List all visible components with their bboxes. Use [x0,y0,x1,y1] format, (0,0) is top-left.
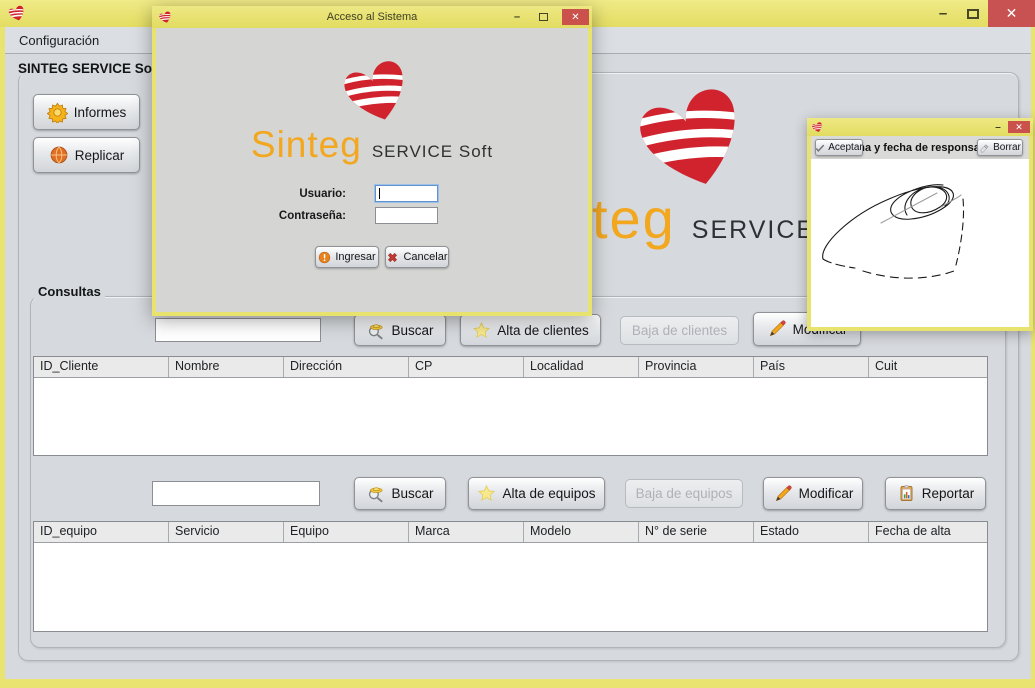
replicar-label: Replicar [75,148,125,163]
equipment-modificar-button[interactable]: Modificar [763,477,863,510]
app-group-title: SINTEG SERVICE Soft [14,61,165,76]
close-button[interactable]: ✕ [988,0,1035,27]
search-icon [366,321,385,340]
borrar-button[interactable]: Borrar [977,139,1023,156]
aceptar-label: Aceptar [828,142,862,153]
column-header[interactable]: N° de serie [639,522,754,542]
app-logo-icon [7,4,27,22]
signature-titlebar: – ✕ [807,118,1033,136]
globe-icon [49,145,69,165]
minimize-button[interactable]: – [928,5,958,22]
alta-equipos-label: Alta de equipos [502,486,595,501]
brand-heart-icon [338,54,416,126]
column-header[interactable]: Provincia [639,357,754,377]
brand-logo: Sinteg SERVICE Soft [156,124,588,166]
replicar-button[interactable]: Replicar [33,137,140,173]
column-header[interactable]: ID_Cliente [34,357,169,377]
column-header[interactable]: Marca [409,522,524,542]
equipment-alta-button[interactable]: Alta de equipos [468,477,605,510]
equipment-search-input[interactable] [152,481,320,506]
column-header[interactable]: Equipo [284,522,409,542]
check-icon [815,143,825,153]
close-button[interactable]: ✕ [1008,121,1030,133]
login-dialog: Acceso al Sistema – ✕ Sinteg SERVICE Sof… [152,6,592,316]
signature-toolbar: Firma y fecha de responsable. Aceptar Bo… [811,136,1029,159]
cancelar-button[interactable]: Cancelar [385,246,449,268]
contrasena-label: Contraseña: [251,210,346,222]
column-header[interactable]: CP [409,357,524,377]
power-icon [318,251,331,264]
modificar-equipos-label: Modificar [799,486,854,501]
column-header[interactable]: Estado [754,522,869,542]
aceptar-button[interactable]: Aceptar [815,139,863,156]
column-header[interactable]: Localidad [524,357,639,377]
minimize-button[interactable]: – [510,11,524,23]
menu-configuracion[interactable]: Configuración [5,27,105,53]
usuario-label: Usuario: [251,188,346,200]
close-icon: ✕ [1006,5,1018,22]
star-icon [472,321,491,340]
buscar-label: Buscar [391,323,433,338]
column-header[interactable]: Dirección [284,357,409,377]
column-header[interactable]: ID_equipo [34,522,169,542]
star-icon [477,484,496,503]
column-header[interactable]: Fecha de alta [869,522,987,542]
close-icon: ✕ [571,12,579,23]
equipment-baja-button: Baja de equipos [625,479,743,508]
column-header[interactable]: Cuit [869,357,987,377]
buscar-label: Buscar [391,486,433,501]
ingresar-button[interactable]: Ingresar [315,246,379,268]
clients-table: ID_Cliente Nombre Dirección CP Localidad… [33,356,988,456]
equipment-reportar-button[interactable]: Reportar [885,477,986,510]
maximize-button[interactable] [528,13,558,21]
clients-table-header: ID_Cliente Nombre Dirección CP Localidad… [34,357,987,378]
search-icon [366,484,385,503]
equipment-table: ID_equipo Servicio Equipo Marca Modelo N… [33,521,988,632]
alta-clientes-label: Alta de clientes [497,323,589,338]
borrar-label: Borrar [993,142,1021,153]
signature-drawing [811,159,1029,327]
minimize-button[interactable]: – [992,122,1004,133]
clients-baja-button: Baja de clientes [620,316,739,345]
baja-clientes-label: Baja de clientes [632,323,727,338]
maximize-icon [967,9,979,19]
equipment-table-header: ID_equipo Servicio Equipo Marca Modelo N… [34,522,987,543]
app-logo-icon [811,121,824,133]
equipment-buscar-button[interactable]: Buscar [354,477,446,510]
maximize-button[interactable] [958,9,988,19]
cancel-x-icon [386,251,399,264]
consultas-group-title: Consultas [34,284,105,299]
ingresar-label: Ingresar [335,251,375,263]
pencil-icon [767,319,787,339]
cancelar-label: Cancelar [403,251,447,263]
brand-product: SERVICE Soft [372,142,493,162]
signature-window: – ✕ Firma y fecha de responsable. Acepta… [807,118,1033,331]
column-header[interactable]: Nombre [169,357,284,377]
contrasena-field[interactable] [375,207,438,224]
column-header[interactable]: Modelo [524,522,639,542]
report-icon [897,484,916,503]
clients-buscar-button[interactable]: Buscar [354,314,446,346]
eraser-icon [979,143,990,153]
pencil-icon [773,484,793,504]
dialog-titlebar: Acceso al Sistema – ✕ [152,6,592,28]
maximize-icon [539,13,548,21]
informes-label: Informes [74,105,127,120]
close-icon: ✕ [1015,122,1023,133]
column-header[interactable]: Servicio [169,522,284,542]
brand-heart-icon [612,78,774,194]
clients-alta-button[interactable]: Alta de clientes [460,314,601,346]
column-header[interactable]: País [754,357,869,377]
dialog-body: Sinteg SERVICE Soft Usuario: Contraseña:… [156,28,588,312]
clients-search-input[interactable] [155,318,321,342]
gear-icon [47,102,68,123]
close-button[interactable]: ✕ [562,9,589,25]
brand-name: Sinteg [251,124,362,166]
baja-equipos-label: Baja de equipos [636,486,733,501]
informes-button[interactable]: Informes [33,94,140,130]
reportar-label: Reportar [922,486,975,501]
usuario-field[interactable] [375,185,438,202]
signature-canvas[interactable] [811,159,1029,327]
